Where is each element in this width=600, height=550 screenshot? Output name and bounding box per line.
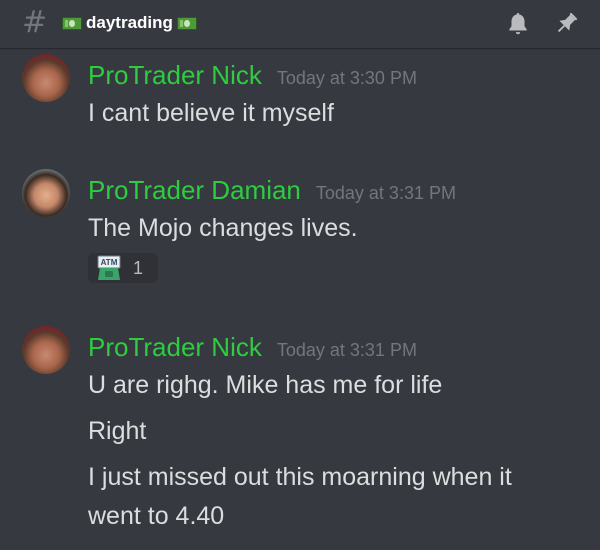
message-text: I just missed out this moarning when it (88, 463, 512, 491)
channel-header: # daytrading (0, 0, 600, 48)
message-header: ProTrader Nick Today at 3:30 PM (88, 60, 417, 91)
money-bill-icon (176, 16, 197, 30)
money-bill-icon (62, 16, 82, 30)
bell-icon[interactable] (505, 11, 531, 37)
reaction-button[interactable]: ATM 1 (88, 253, 158, 283)
avatar[interactable] (22, 54, 70, 102)
author-name[interactable]: ProTrader Nick (88, 332, 262, 363)
avatar[interactable] (22, 326, 70, 374)
reaction-count: 1 (133, 257, 144, 278)
message-text: U are righg. Mike has me for life (88, 371, 443, 399)
atm-icon: ATM (97, 255, 121, 280)
pin-icon[interactable] (552, 10, 580, 38)
message-text: went to 4.40 (88, 502, 225, 530)
author-name[interactable]: ProTrader Damian (88, 175, 301, 206)
message-text: Right (88, 417, 147, 445)
message-text: I cant believe it myself (88, 99, 334, 127)
message-timestamp: Today at 3:30 PM (276, 68, 417, 88)
message-header: ProTrader Nick Today at 3:31 PM (88, 332, 417, 363)
svg-text:ATM: ATM (101, 258, 118, 267)
author-name[interactable]: ProTrader Nick (88, 60, 262, 91)
channel-title[interactable]: daytrading (62, 13, 197, 33)
message-timestamp: Today at 3:31 PM (315, 183, 456, 203)
message-timestamp: Today at 3:31 PM (276, 340, 417, 360)
avatar[interactable] (22, 169, 70, 217)
message-text: The Mojo changes lives. (88, 214, 358, 242)
message-header: ProTrader Damian Today at 3:31 PM (88, 175, 456, 206)
channel-name: daytrading (86, 13, 173, 32)
hash-icon: # (22, 5, 48, 40)
